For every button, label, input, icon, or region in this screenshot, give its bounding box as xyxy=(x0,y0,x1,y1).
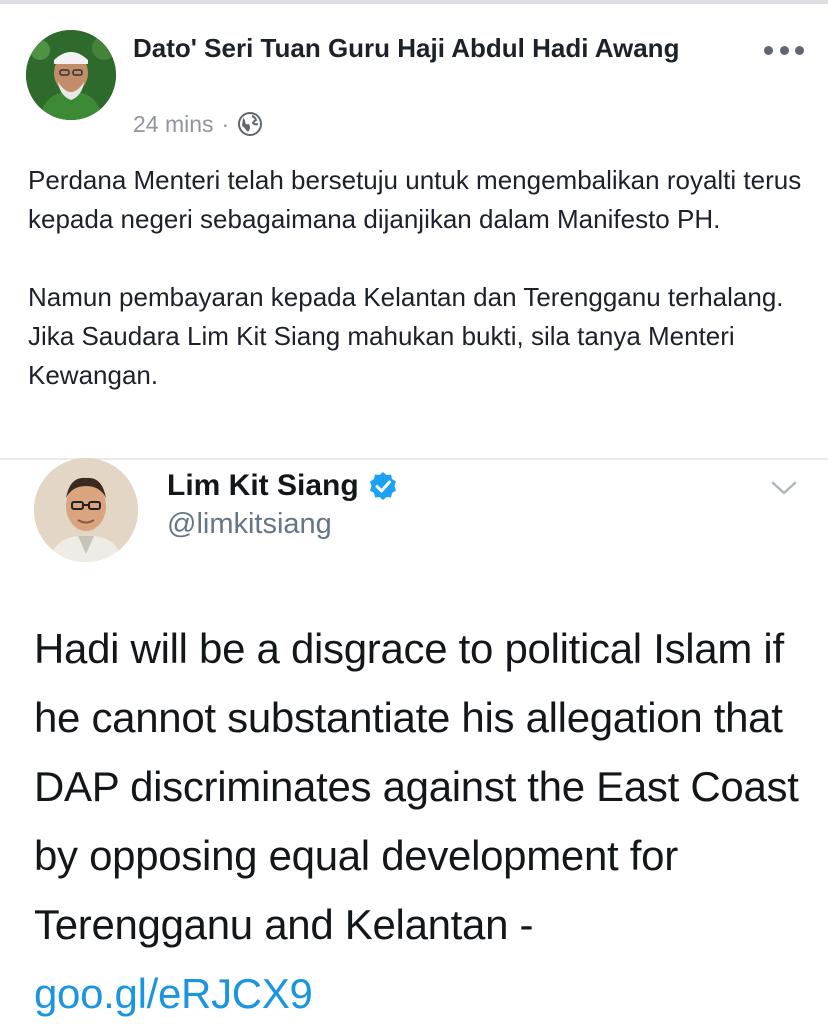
post-timestamp[interactable]: 24 mins xyxy=(133,111,214,138)
tweet-author-row: Lim Kit Siang xyxy=(167,466,399,506)
tweet-author-handle[interactable]: @limkitsiang xyxy=(167,508,332,541)
verified-badge-icon xyxy=(367,470,399,502)
chevron-down-icon[interactable] xyxy=(770,476,798,500)
tweet-link[interactable]: goo.gl/eRJCX9 xyxy=(34,970,313,1017)
screenshot-page: Dato' Seri Tuan Guru Haji Abdul Hadi Awa… xyxy=(0,0,828,1024)
top-divider xyxy=(0,0,828,4)
globe-icon[interactable] xyxy=(237,111,263,137)
tweet-author-name[interactable]: Lim Kit Siang xyxy=(167,469,359,503)
more-dot xyxy=(795,45,804,55)
tweet-body: Hadi will be a disgrace to political Isl… xyxy=(34,614,814,1024)
post-body: Perdana Menteri telah bersetuju untuk me… xyxy=(28,161,808,395)
meta-separator: · xyxy=(221,110,230,137)
post-paragraph: Namun pembayaran kepada Kelantan dan Ter… xyxy=(28,282,784,390)
more-dot xyxy=(779,45,789,55)
tweet-text: Hadi will be a disgrace to political Isl… xyxy=(34,625,799,948)
post-media-divider xyxy=(0,458,828,460)
post-paragraph: Perdana Menteri telah bersetuju untuk me… xyxy=(28,165,802,234)
more-options-icon[interactable] xyxy=(764,40,804,60)
more-dot xyxy=(764,45,773,55)
tweet-author-avatar[interactable] xyxy=(34,458,138,562)
post-author-name[interactable]: Dato' Seri Tuan Guru Haji Abdul Hadi Awa… xyxy=(133,30,733,67)
post-meta: 24 mins · xyxy=(133,108,263,140)
author-avatar[interactable] xyxy=(26,30,116,120)
